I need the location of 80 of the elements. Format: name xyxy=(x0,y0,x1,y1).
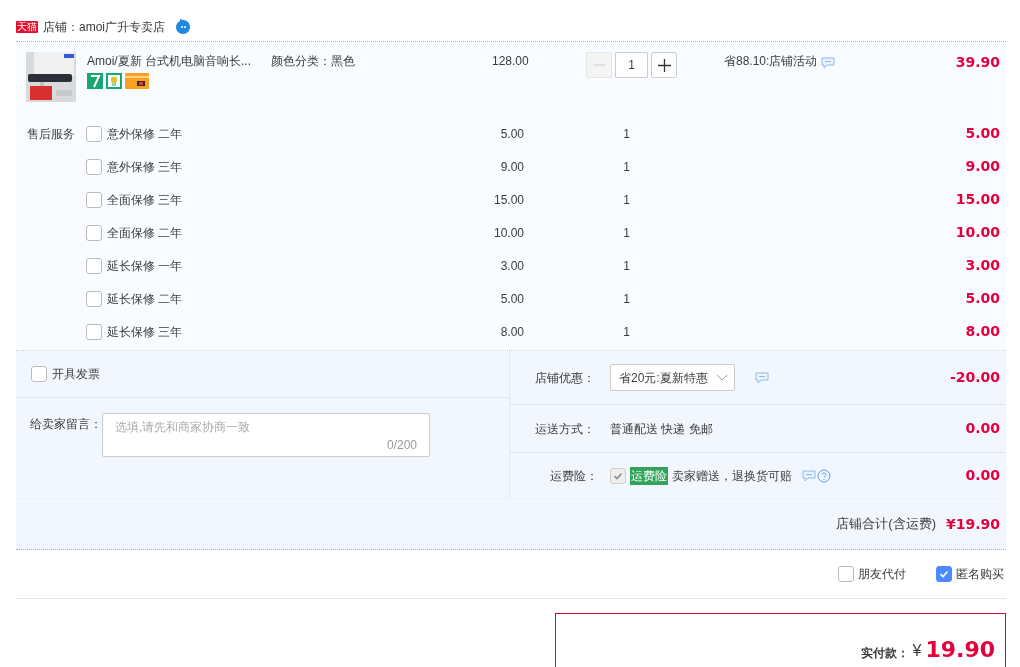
payment-label: 实付款： xyxy=(860,645,909,662)
checkbox[interactable] xyxy=(86,224,102,241)
service-quantity: 1 xyxy=(623,225,630,240)
insurance-badge: 运费险 xyxy=(630,466,668,485)
checkbox[interactable] xyxy=(86,158,102,175)
chevron-down-icon xyxy=(715,373,728,382)
service-total: 10.00 xyxy=(955,224,1000,240)
shipping-amount: 0.00 xyxy=(965,420,1000,436)
checkbox[interactable] xyxy=(838,566,854,582)
service-name: 意外保修 三年 xyxy=(107,159,183,174)
service-quantity: 1 xyxy=(623,291,630,306)
help-icon[interactable] xyxy=(817,468,831,483)
service-price: 5.00 xyxy=(500,291,524,306)
subtotal-label: 店铺合计(含运费) xyxy=(836,515,936,534)
service-name: 意外保修 二年 xyxy=(107,126,183,141)
plus-icon xyxy=(657,58,671,72)
option-label[interactable]: 匿名购买 xyxy=(956,565,1004,583)
service-total: 5.00 xyxy=(965,125,1000,141)
chat-bubble-icon[interactable] xyxy=(175,18,191,35)
check-icon xyxy=(613,470,623,481)
after-sales-label: 售后服务 xyxy=(27,126,75,141)
discount-dropdown[interactable]: 省20元:夏新特惠 xyxy=(610,364,735,391)
checkbox[interactable] xyxy=(31,366,47,382)
service-quantity: 1 xyxy=(623,324,630,339)
option-label[interactable]: 朋友代付 xyxy=(858,565,906,583)
service-name: 全面保修 三年 xyxy=(107,192,183,207)
shipping-label: 运送方式： xyxy=(535,420,596,438)
checkbox[interactable] xyxy=(86,257,102,274)
service-quantity: 1 xyxy=(623,159,630,174)
service-price: 10.00 xyxy=(493,225,524,240)
store-badge: 天猫 xyxy=(16,20,38,33)
discount-label: 店铺优惠： xyxy=(535,369,596,387)
unit-price: 128.00 xyxy=(492,54,529,68)
service-name: 延长保修 二年 xyxy=(107,291,183,306)
service-total: 15.00 xyxy=(955,191,1000,207)
shipping-method: 普通配送 快递 免邮 xyxy=(610,420,713,438)
store-name[interactable]: 店铺：amoi广升专卖店 xyxy=(43,17,165,36)
service-total: 9.00 xyxy=(965,158,1000,174)
insurance-amount: 0.00 xyxy=(965,467,1000,483)
item-total: 39.90 xyxy=(955,54,1000,70)
service-name: 全面保修 二年 xyxy=(107,225,183,240)
service-price: 15.00 xyxy=(493,192,524,207)
chat-icon[interactable] xyxy=(821,57,836,69)
checkbox[interactable] xyxy=(936,566,952,582)
service-price: 9.00 xyxy=(500,159,524,174)
subtotal-amount: ¥19.90 xyxy=(945,514,1000,534)
service-price: 3.00 xyxy=(500,258,524,273)
service-total: 8.00 xyxy=(965,323,1000,339)
card-icon xyxy=(125,73,149,89)
service-price: 8.00 xyxy=(500,324,524,339)
service-name: 延长保修 一年 xyxy=(107,258,183,273)
chat-icon[interactable] xyxy=(754,371,769,384)
character-counter: 0/200 xyxy=(386,437,417,454)
quantity-field[interactable]: 1 xyxy=(615,52,648,78)
service-name: 延长保修 三年 xyxy=(107,324,183,339)
service-price: 5.00 xyxy=(500,126,524,141)
insurance-text: 卖家赠送，退换货可赔 xyxy=(672,467,792,485)
message-input[interactable]: 选填,请先和商家协商一致 xyxy=(115,418,417,436)
chat-icon[interactable] xyxy=(802,469,816,482)
message-label: 给卖家留言： xyxy=(30,416,102,433)
color-spec: 颜色分类：黑色 xyxy=(271,54,355,68)
checkbox[interactable] xyxy=(86,191,102,208)
currency-symbol: ¥ xyxy=(912,641,922,661)
service-total: 5.00 xyxy=(965,290,1000,306)
product-title[interactable]: Amoi/夏新 台式机电脑音响长... xyxy=(87,52,271,70)
service-total: 3.00 xyxy=(965,257,1000,273)
insurance-label: 运费险： xyxy=(549,467,599,485)
check-icon xyxy=(939,569,949,579)
checkbox[interactable] xyxy=(86,290,102,307)
promotion-text: 省88.10:店铺活动 xyxy=(724,53,818,70)
checkbox[interactable] xyxy=(86,125,102,142)
checkbox[interactable] xyxy=(86,323,102,340)
seven-day-return-icon xyxy=(87,73,103,89)
service-quantity: 1 xyxy=(623,258,630,273)
increment-button[interactable] xyxy=(651,52,677,78)
discount-amount: -20.00 xyxy=(949,369,1000,385)
service-quantity: 1 xyxy=(623,126,630,141)
invoice-label[interactable]: 开具发票 xyxy=(52,365,100,383)
service-quantity: 1 xyxy=(623,192,630,207)
payment-amount: 19.90 xyxy=(925,636,995,664)
